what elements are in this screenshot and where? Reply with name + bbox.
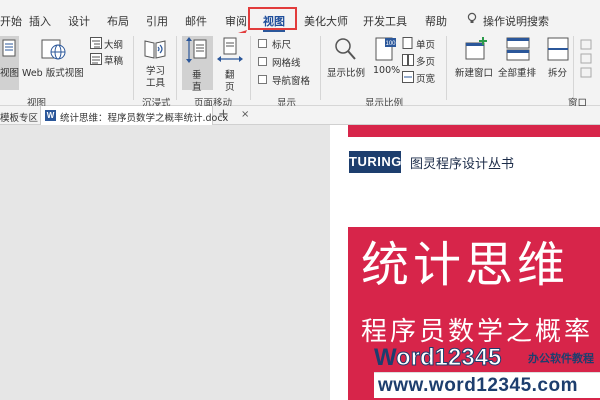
draft-button[interactable]: 草稿	[104, 53, 123, 67]
lightbulb-search-icon[interactable]	[466, 12, 478, 24]
series-title: 图灵程序设计丛书	[410, 157, 515, 172]
split-button[interactable]: 拆分	[548, 65, 567, 79]
watermark-w: W	[374, 344, 397, 371]
read-mode-button[interactable]: 视图	[0, 65, 19, 79]
ribbon-separator	[320, 36, 321, 100]
split-icon	[547, 37, 569, 61]
zoom-magnifier-icon	[335, 38, 356, 60]
zoom-100-icon: 100	[375, 37, 397, 61]
arrange-all-button[interactable]: 全部重排	[498, 65, 536, 79]
tab-beautify-master[interactable]: 美化大师	[304, 13, 348, 29]
ribbon-separator	[133, 36, 134, 100]
tab-developer[interactable]: 开发工具	[363, 13, 407, 29]
web-layout-icon	[41, 39, 66, 60]
ruler-label: 标尺	[272, 40, 292, 51]
menu-bar: 开始 插入 设计 布局 引用 邮件 审阅 视图 美化大师 开发工具 帮助 操作说…	[0, 0, 600, 33]
tab-help[interactable]: 帮助	[425, 13, 447, 29]
search-input[interactable]: 操作说明搜索	[483, 13, 549, 29]
template-zone-tab[interactable]: 模板专区	[0, 110, 38, 124]
turing-logo: TURING	[349, 151, 401, 173]
watermark-url-box: www.word12345.com	[374, 372, 600, 398]
new-tab-icon[interactable]: +	[218, 107, 229, 122]
close-tab-icon[interactable]: ×	[241, 109, 249, 120]
ribbon-separator	[250, 36, 251, 100]
vertical-scroll-icon	[186, 37, 207, 63]
side-to-side-icon	[217, 37, 243, 62]
tab-references[interactable]: 引用	[146, 13, 168, 29]
ruler-checkbox[interactable]	[258, 39, 267, 48]
outline-icon	[90, 37, 102, 49]
side-to-side-button-line2: 页	[225, 82, 235, 93]
ribbon: 视图 Web 版式视图 大纲 草稿 视图 学习 工具 沉浸式 垂 直 翻 页 页…	[0, 33, 600, 109]
tab-review[interactable]: 审阅	[225, 13, 247, 29]
one-page-button[interactable]: 单页	[416, 37, 435, 51]
watermark-tagline: 办公软件教程	[528, 352, 594, 365]
draft-icon	[90, 53, 102, 65]
active-tab-indicator	[263, 30, 285, 32]
tab-insert[interactable]: 插入	[29, 13, 51, 29]
new-window-button[interactable]: 新建窗口	[455, 65, 493, 79]
ribbon-separator	[573, 36, 574, 100]
watermark-ord: ord12345	[395, 344, 502, 372]
gridlines-label: 网格线	[272, 58, 301, 69]
web-layout-button[interactable]: Web 版式视图	[22, 65, 84, 79]
zoom-100-button[interactable]: 100%	[373, 65, 400, 76]
vertical-button-line2: 直	[192, 82, 202, 93]
outline-button[interactable]: 大纲	[104, 37, 123, 51]
watermark-url: www.word12345.com	[378, 375, 578, 396]
highlight-box	[248, 7, 297, 30]
document-tab-bar: 模板专区 W 统计思维：程序员数学之概率统计.docx × +	[0, 106, 600, 125]
cover-subtitle: 程序员数学之概率	[361, 317, 594, 347]
document-tab-title: 统计思维：程序员数学之概率统计.docx	[60, 113, 229, 124]
tab-layout[interactable]: 布局	[107, 13, 129, 29]
window-small-icons	[580, 39, 592, 78]
word-file-icon: W	[45, 110, 56, 121]
gridlines-checkbox[interactable]	[258, 57, 267, 66]
multi-page-icon	[402, 54, 414, 66]
svg-text:100: 100	[386, 41, 397, 47]
multi-page-button[interactable]: 多页	[416, 54, 435, 68]
new-window-icon	[465, 37, 487, 60]
cover-title: 统计思维	[361, 237, 570, 293]
nav-pane-label: 导航窗格	[272, 76, 311, 87]
page-width-button[interactable]: 页宽	[416, 71, 435, 85]
tab-mailings[interactable]: 邮件	[185, 13, 207, 29]
tab-home[interactable]: 开始	[0, 13, 22, 29]
learning-tools-icon	[144, 40, 166, 59]
watermark-brand: W ord12345 办公软件教程	[374, 344, 600, 372]
ribbon-separator	[446, 36, 447, 100]
arrange-all-icon	[506, 37, 530, 61]
page-width-icon	[402, 71, 414, 83]
ribbon-separator	[176, 36, 177, 100]
zoom-button[interactable]: 显示比例	[327, 65, 365, 79]
one-page-icon	[402, 37, 413, 49]
learning-tools-button-line2: 工具	[146, 78, 166, 89]
tab-design[interactable]: 设计	[68, 13, 90, 29]
read-mode-icon	[2, 39, 16, 57]
nav-pane-checkbox[interactable]	[258, 75, 267, 84]
cover-top-bar	[348, 125, 600, 137]
document-tab[interactable]: W 统计思维：程序员数学之概率统计.docx ×	[40, 106, 249, 125]
